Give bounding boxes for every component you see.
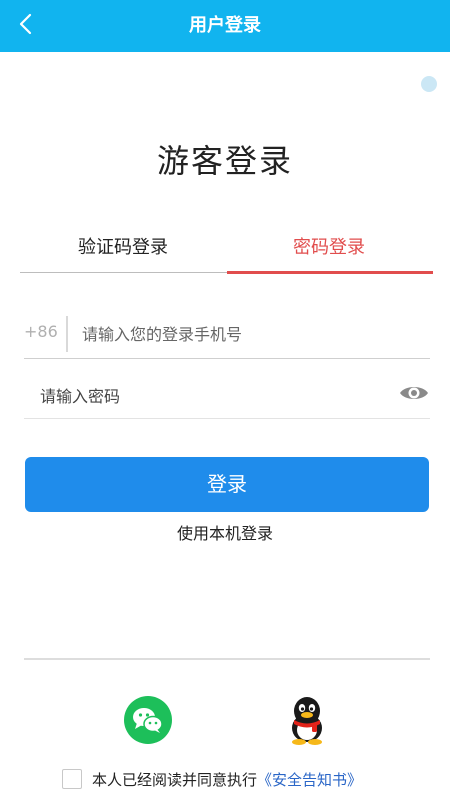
header-title: 用户登录 [189, 15, 261, 36]
agreement-text: 本人已经阅读并同意执行 [92, 770, 258, 789]
login-page: 用户登录 游客登录 验证码登录 密码登录 +86 登录 使用本机登录 [0, 0, 450, 800]
login-button[interactable]: 登录 [25, 457, 429, 512]
login-tabs: 验证码登录 密码登录 [20, 224, 433, 274]
password-field-row [24, 368, 430, 419]
app-header: 用户登录 [0, 0, 450, 52]
social-divider [24, 658, 430, 660]
page-title: 游客登录 [156, 142, 293, 180]
local-login-link[interactable]: 使用本机登录 [0, 520, 450, 544]
phone-input[interactable] [80, 316, 424, 352]
qq-login-button[interactable] [282, 694, 332, 746]
safety-notice-link[interactable]: 《安全告知书》 [257, 769, 362, 790]
prefix-divider [66, 316, 68, 352]
active-tab-indicator [227, 271, 433, 274]
decorative-dot [421, 76, 437, 92]
wechat-icon [133, 708, 163, 733]
country-code-prefix[interactable]: +86 [24, 322, 58, 341]
phone-field-row: +86 [24, 308, 430, 359]
password-input[interactable] [38, 378, 382, 414]
qq-icon [292, 697, 322, 745]
agreement-checkbox[interactable] [62, 769, 82, 789]
tab-password[interactable]: 密码登录 [226, 224, 432, 272]
tab-sms-code[interactable]: 验证码登录 [20, 224, 226, 272]
eye-icon[interactable] [398, 382, 430, 404]
agreement-row: 本人已经阅读并同意执行 《安全告知书》 [62, 766, 362, 792]
wechat-login-button[interactable] [124, 696, 172, 744]
